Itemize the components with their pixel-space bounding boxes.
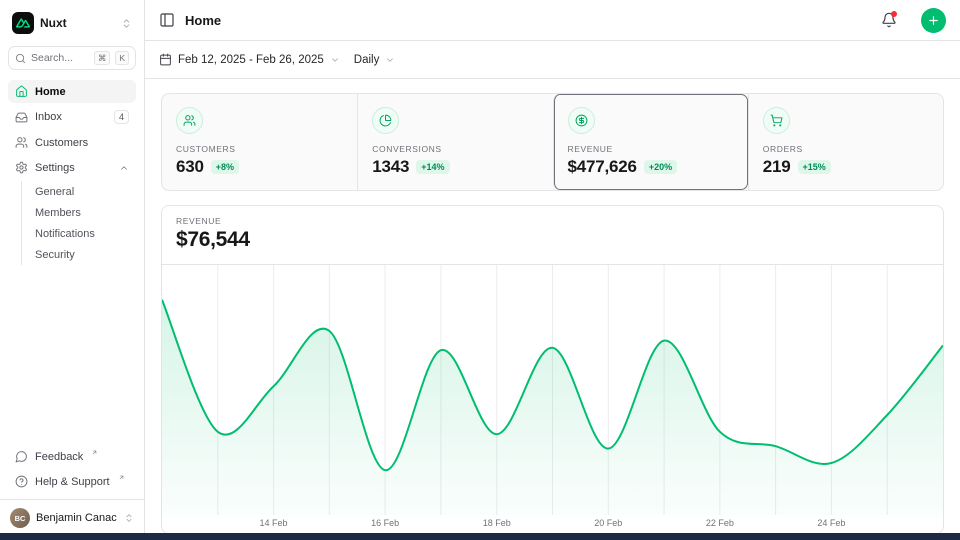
search-input[interactable]: Search... ⌘ K — [8, 46, 136, 70]
sidebar-item-inbox[interactable]: Inbox 4 — [8, 105, 136, 129]
page-header: Home — [145, 0, 960, 41]
nuxt-logo-icon — [12, 12, 34, 34]
external-link-icon — [91, 449, 98, 456]
notifications-button[interactable] — [881, 12, 897, 28]
sidebar-item-label: Customers — [35, 137, 88, 149]
sidebar: Nuxt Search... ⌘ K Home Inbox 4 Customer… — [0, 0, 145, 540]
search-icon — [15, 53, 26, 64]
panel-left-icon — [159, 12, 175, 28]
user-name: Benjamin Canac — [36, 512, 118, 524]
chart-total-value: $76,544 — [176, 228, 929, 252]
stat-label: CUSTOMERS — [176, 144, 343, 154]
sidebar-spacer — [8, 265, 136, 445]
add-button[interactable] — [921, 8, 946, 33]
stat-card-conversions[interactable]: CONVERSIONS 1343 +14% — [357, 94, 552, 190]
revenue-chart-card: REVENUE $76,544 14 Feb 16 Feb 18 Feb 20 Feb… — [161, 205, 944, 534]
filters-toolbar: Feb 12, 2025 - Feb 26, 2025 Daily — [145, 41, 960, 79]
stat-label: ORDERS — [763, 144, 929, 154]
stat-value: $477,626 — [568, 157, 637, 177]
stat-value: 1343 — [372, 157, 409, 177]
sidebar-item-help-support[interactable]: Help & Support — [8, 470, 136, 493]
chevron-up-icon — [119, 163, 129, 173]
chevrons-up-down-icon — [121, 18, 132, 29]
calendar-icon — [159, 53, 172, 66]
chevrons-up-down-icon — [124, 513, 134, 523]
dollar-circle-icon — [575, 114, 588, 127]
sidebar-item-label: Settings — [35, 162, 75, 174]
main-area: Home Feb 12, 2025 - Feb 26, 2025 Daily — [145, 0, 960, 540]
stat-label: REVENUE — [568, 144, 734, 154]
plus-icon — [927, 14, 940, 27]
team-name: Nuxt — [40, 16, 115, 30]
stat-card-customers[interactable]: CUSTOMERS 630 +8% — [162, 94, 357, 190]
chart-title: REVENUE — [176, 216, 929, 226]
sidebar-item-label: Inbox — [35, 111, 62, 123]
home-icon — [15, 85, 28, 98]
sidebar-toggle-button[interactable] — [159, 12, 175, 28]
bottom-bar — [0, 533, 960, 540]
stats-grid: CUSTOMERS 630 +8% CONVERSIONS 1343 +14% … — [161, 93, 944, 191]
search-placeholder: Search... — [31, 52, 89, 64]
gear-icon — [15, 161, 28, 174]
sidebar-item-feedback[interactable]: Feedback — [8, 445, 136, 468]
sidebar-subitem-security[interactable]: Security — [22, 244, 136, 265]
period-select[interactable]: Daily — [354, 54, 396, 66]
kbd-meta: ⌘ — [94, 51, 111, 65]
inbox-count-badge: 4 — [114, 110, 129, 124]
sidebar-item-home[interactable]: Home — [8, 80, 136, 103]
message-bubble-icon — [15, 450, 28, 463]
sidebar-item-customers[interactable]: Customers — [8, 131, 136, 154]
shopping-cart-icon — [770, 114, 783, 127]
x-axis-tick-label: 18 Feb — [483, 518, 511, 528]
user-menu[interactable]: BC Benjamin Canac — [0, 499, 144, 532]
sidebar-item-settings[interactable]: Settings — [8, 156, 136, 179]
x-axis-tick-label: 16 Feb — [371, 518, 399, 528]
inbox-icon — [15, 111, 28, 124]
chart-header: REVENUE $76,544 — [162, 206, 943, 265]
stat-card-revenue[interactable]: REVENUE $477,626 +20% — [553, 94, 748, 190]
x-axis-tick-label: 20 Feb — [594, 518, 622, 528]
avatar: BC — [10, 508, 30, 528]
sidebar-subitem-general[interactable]: General — [22, 181, 136, 202]
pie-chart-icon — [379, 114, 392, 127]
chevron-down-icon — [385, 55, 395, 65]
x-axis-tick-label: 24 Feb — [817, 518, 845, 528]
date-range-label: Feb 12, 2025 - Feb 26, 2025 — [178, 54, 324, 66]
stat-delta-badge: +8% — [211, 160, 239, 174]
sidebar-item-label: Feedback — [35, 451, 83, 463]
stat-value: 630 — [176, 157, 204, 177]
sidebar-nav: Home Inbox 4 Customers Settings General … — [8, 80, 136, 265]
chevron-down-icon — [330, 55, 340, 65]
sidebar-subitem-members[interactable]: Members — [22, 202, 136, 223]
users-icon — [15, 136, 28, 149]
revenue-chart-svg — [162, 265, 943, 515]
x-axis-tick-label: 14 Feb — [260, 518, 288, 528]
x-axis-tick-label: 22 Feb — [706, 518, 734, 528]
users-icon — [183, 114, 196, 127]
external-link-icon — [118, 474, 125, 481]
stat-delta-badge: +14% — [416, 160, 449, 174]
kbd-k: K — [115, 51, 129, 65]
page-content: CUSTOMERS 630 +8% CONVERSIONS 1343 +14% … — [145, 79, 960, 540]
help-circle-icon — [15, 475, 28, 488]
sidebar-item-label: Help & Support — [35, 476, 110, 488]
period-label: Daily — [354, 54, 380, 66]
stat-label: CONVERSIONS — [372, 144, 538, 154]
stat-card-orders[interactable]: ORDERS 219 +15% — [748, 94, 943, 190]
stat-delta-badge: +15% — [798, 160, 831, 174]
sidebar-item-label: Home — [35, 86, 66, 98]
sidebar-footer-nav: Feedback Help & Support — [8, 445, 136, 493]
team-switcher[interactable]: Nuxt — [8, 8, 136, 38]
settings-subnav: General Members Notifications Security — [21, 181, 136, 265]
page-title: Home — [185, 13, 221, 28]
date-range-picker[interactable]: Feb 12, 2025 - Feb 26, 2025 — [159, 53, 340, 66]
chart-canvas[interactable] — [162, 265, 943, 515]
sidebar-subitem-notifications[interactable]: Notifications — [22, 223, 136, 244]
chart-ticks: 14 Feb 16 Feb 18 Feb 20 Feb 22 Feb 24 Feb — [162, 515, 943, 533]
stat-value: 219 — [763, 157, 791, 177]
stat-delta-badge: +20% — [644, 160, 677, 174]
notification-dot — [891, 11, 897, 17]
